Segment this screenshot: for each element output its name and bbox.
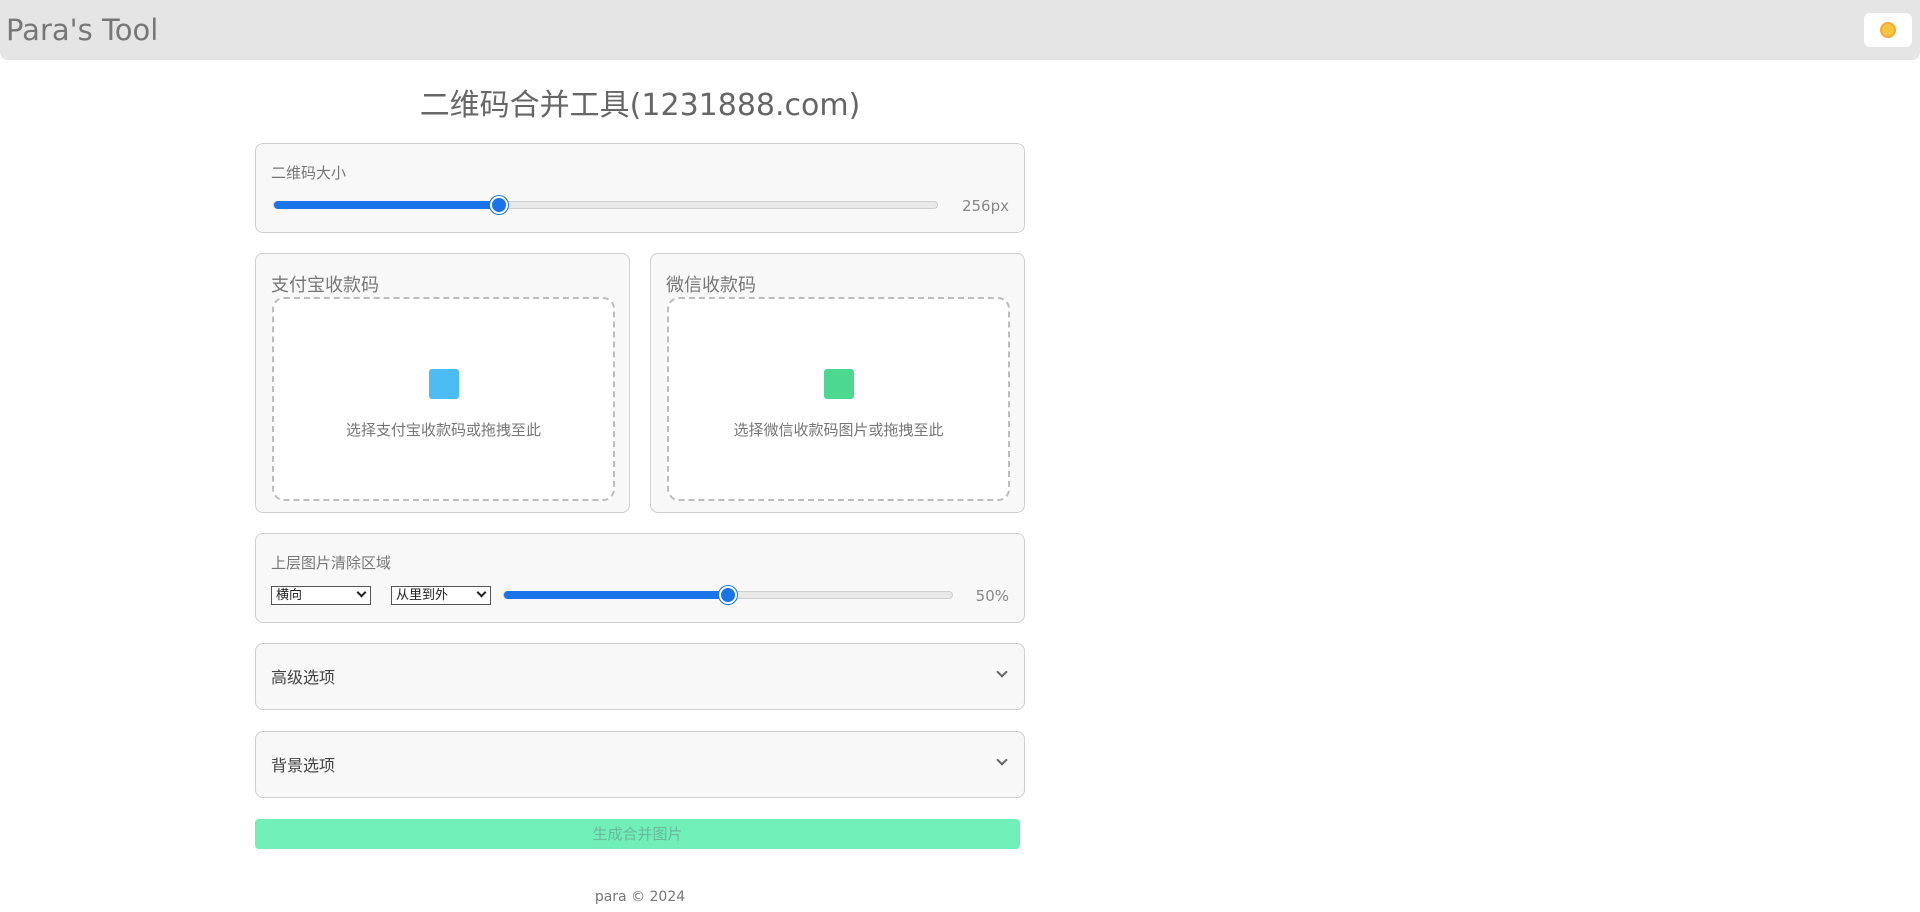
wechat-qr-icon [824, 369, 854, 399]
wechat-drop-text: 选择微信收款码图片或拖拽至此 [733, 421, 944, 439]
alipay-dropzone[interactable]: 选择支付宝收款码或拖拽至此 [272, 297, 615, 501]
alipay-panel-title: 支付宝收款码 [271, 275, 379, 296]
advanced-options-accordion[interactable]: 高级选项 [255, 643, 1025, 710]
wechat-panel: 微信收款码 选择微信收款码图片或拖拽至此 [650, 253, 1025, 513]
qr-size-slider[interactable] [273, 196, 938, 214]
qr-size-card: 二维码大小 256px [255, 143, 1025, 233]
brand-title[interactable]: Para's Tool [6, 13, 158, 47]
page-title: 二维码合并工具(1231888.com) [419, 88, 861, 123]
sun-icon [1880, 22, 1896, 38]
qr-size-slider-thumb[interactable] [490, 196, 508, 214]
advanced-options-label: 高级选项 [271, 668, 336, 687]
clear-area-slider-thumb[interactable] [719, 586, 737, 604]
clear-area-slider[interactable] [503, 586, 953, 604]
alipay-drop-text: 选择支付宝收款码或拖拽至此 [345, 421, 541, 439]
footer-text: para © 2024 [594, 889, 686, 905]
wechat-panel-title: 微信收款码 [666, 275, 756, 296]
chevron-down-icon [356, 587, 367, 598]
clear-area-label: 上层图片清除区域 [271, 554, 392, 572]
order-select-value: 从里到外 [396, 588, 449, 603]
chevron-down-icon [996, 666, 1008, 678]
background-options-label: 背景选项 [271, 756, 336, 775]
generate-button[interactable]: 生成合并图片 [255, 819, 1020, 849]
clear-area-slider-fill [504, 591, 728, 599]
alipay-qr-icon [429, 369, 459, 399]
qr-size-label: 二维码大小 [271, 164, 347, 182]
clear-area-card: 上层图片清除区域 横向 从里到外 50% [255, 533, 1025, 623]
wechat-dropzone[interactable]: 选择微信收款码图片或拖拽至此 [667, 297, 1010, 501]
clear-area-value: 50% [975, 587, 1009, 605]
top-navbar: Para's Tool [0, 0, 1920, 60]
alipay-panel: 支付宝收款码 选择支付宝收款码或拖拽至此 [255, 253, 630, 513]
theme-toggle-button[interactable] [1864, 13, 1912, 47]
chevron-down-icon [476, 587, 487, 598]
background-options-accordion[interactable]: 背景选项 [255, 731, 1025, 798]
qr-size-slider-fill [274, 201, 499, 209]
order-select[interactable]: 从里到外 [391, 586, 491, 605]
direction-select[interactable]: 横向 [271, 586, 371, 605]
chevron-down-icon [996, 754, 1008, 766]
qr-size-value: 256px [961, 197, 1009, 215]
direction-select-value: 横向 [276, 588, 303, 603]
